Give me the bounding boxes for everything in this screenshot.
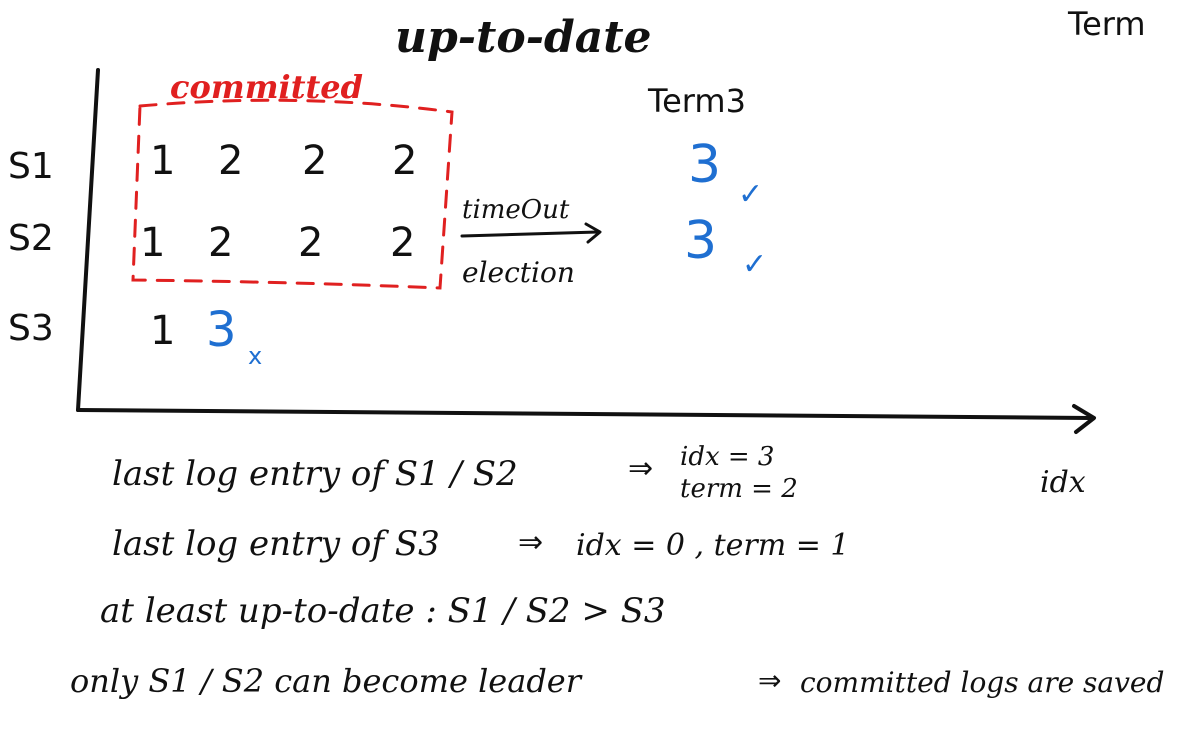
vote-check-icon: ✓	[738, 177, 763, 212]
log-entry: 1	[150, 138, 175, 184]
diagram-title: up-to-date	[395, 12, 652, 63]
note-line-1-term: term = 2	[680, 474, 798, 504]
term-header: Term3	[647, 82, 746, 120]
log-entry: 2	[298, 220, 323, 266]
note-line-4: only S1 / S2 can become leader	[70, 662, 583, 700]
log-entry: 2	[208, 220, 233, 266]
y-axis	[76, 68, 100, 412]
new-term-column: Term3 3 ✓ 3 ✓	[647, 82, 767, 282]
note-line-3: at least up-to-date : S1 / S2 > S3	[100, 591, 666, 631]
timeout-election-transition: timeOut election	[460, 195, 602, 289]
log-entry: 2	[218, 138, 243, 184]
note-line-4-rest: committed logs are saved	[800, 666, 1164, 699]
x-axis-label: idx	[1040, 465, 1086, 500]
server-label-s3: S3	[8, 308, 54, 349]
rejected-mark: x	[248, 342, 262, 370]
log-entry: 2	[392, 138, 417, 184]
note-line-1-arrow: ⇒	[628, 451, 653, 486]
committed-label: committed	[170, 68, 363, 106]
transition-arrow	[460, 230, 600, 238]
server-label-s2: S2	[8, 218, 54, 259]
new-term-s2: 3	[684, 211, 717, 271]
notes: last log entry of S1 / S2 ⇒ idx = 3 term…	[70, 442, 1164, 700]
note-line-2: last log entry of S3	[112, 524, 440, 564]
x-axis	[76, 408, 1092, 420]
raft-up-to-date-diagram: up-to-date Term idx committed S1 S2 S3 1…	[8, 5, 1164, 700]
note-line-2-rest: idx = 0 , term = 1	[576, 528, 850, 563]
server-label-s1: S1	[8, 146, 54, 187]
note-line-2-arrow: ⇒	[518, 525, 543, 560]
log-row-s1: 1 2 2 2	[150, 138, 417, 184]
vote-check-icon: ✓	[742, 247, 767, 282]
log-entry: 1	[140, 220, 165, 266]
arrow-label-bottom: election	[462, 256, 575, 289]
log-row-s2: 1 2 2 2	[140, 220, 415, 266]
note-line-1-idx: idx = 3	[680, 442, 774, 472]
log-row-s3: 1 3 x	[150, 302, 262, 370]
log-entry-new: 3	[206, 302, 237, 358]
arrow-label-top: timeOut	[462, 195, 570, 225]
log-entry: 1	[150, 308, 175, 354]
log-entry: 2	[390, 220, 415, 266]
log-entry: 2	[302, 138, 327, 184]
note-line-1: last log entry of S1 / S2	[112, 454, 518, 494]
corner-term-label: Term	[1067, 5, 1146, 43]
note-line-4-arrow: ⇒	[758, 664, 781, 697]
new-term-s1: 3	[688, 135, 721, 195]
